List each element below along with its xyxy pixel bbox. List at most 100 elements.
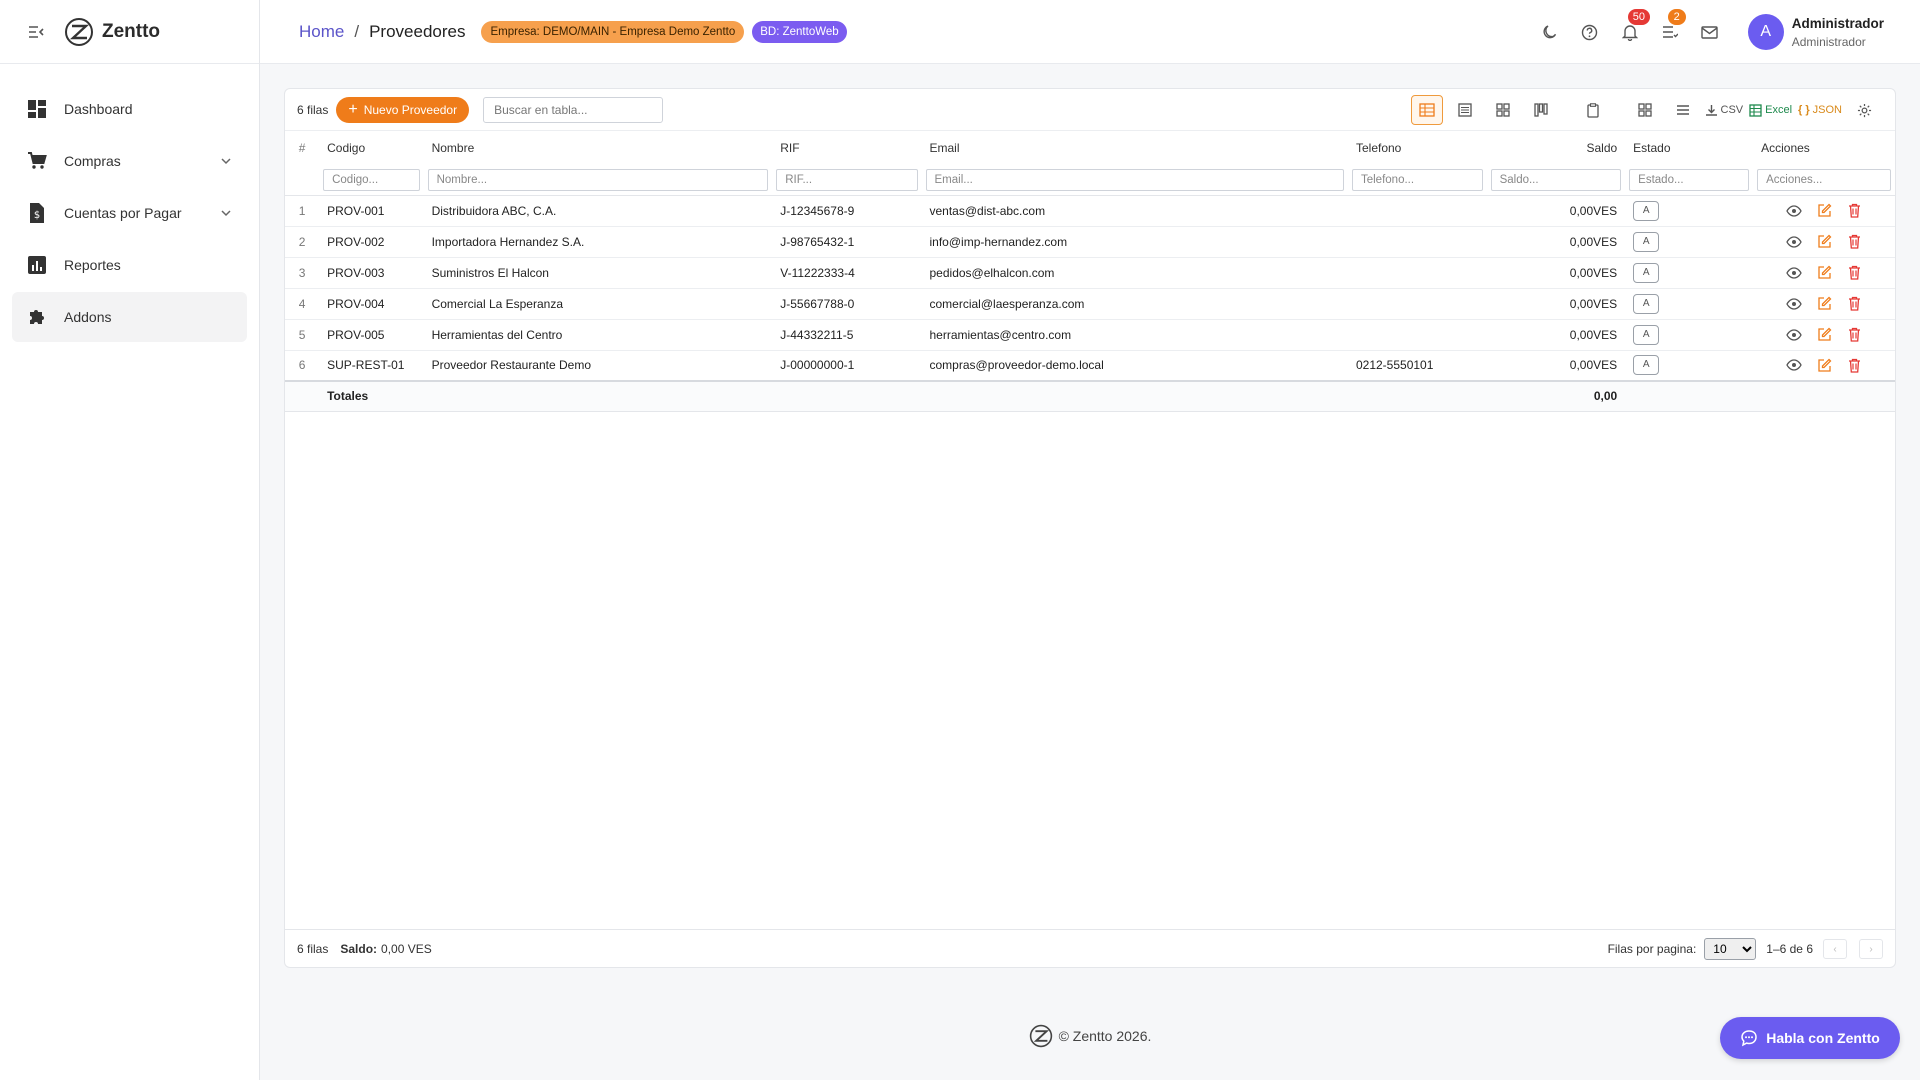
column-header-email[interactable]: Email — [922, 131, 1348, 165]
cell-saldo: 0,00VES — [1486, 226, 1626, 258]
cart-icon — [26, 150, 48, 172]
edit-pencil-icon[interactable] — [1816, 203, 1832, 219]
view-tools: CSV Excel { } JSON — [1408, 89, 1884, 131]
mail-icon[interactable] — [1699, 21, 1721, 43]
table-row[interactable]: 6 SUP-REST-01 Proveedor Restaurante Demo… — [285, 350, 1895, 382]
export-json-button[interactable]: { } JSON — [1798, 95, 1842, 125]
row-actions — [1761, 296, 1887, 312]
filter-telefono-input[interactable] — [1351, 168, 1483, 191]
column-header-index: # — [298, 141, 306, 155]
column-header-estado[interactable]: Estado — [1625, 131, 1753, 165]
delete-trash-icon[interactable] — [1846, 265, 1862, 281]
settings-button[interactable] — [1848, 95, 1880, 125]
zentto-logo-icon — [1029, 1024, 1052, 1048]
avatar[interactable]: A — [1747, 14, 1784, 50]
pagination-range: 1–6 de 6 — [1766, 942, 1813, 956]
export-excel-button[interactable]: Excel — [1749, 95, 1792, 125]
edit-pencil-icon[interactable] — [1816, 327, 1832, 343]
filter-rif-input[interactable] — [776, 168, 918, 191]
menu-collapse-icon[interactable] — [28, 23, 46, 41]
filter-nombre-input[interactable] — [427, 168, 769, 191]
table-row[interactable]: 2 PROV-002 Importadora Hernandez S.A. J-… — [285, 226, 1895, 258]
row-actions — [1761, 357, 1887, 373]
filter-saldo-input[interactable] — [1490, 168, 1622, 191]
delete-trash-icon[interactable] — [1846, 327, 1862, 343]
column-header-saldo[interactable]: Saldo — [1487, 131, 1626, 165]
view-eye-icon[interactable] — [1786, 265, 1802, 281]
filter-email-input[interactable] — [925, 168, 1344, 191]
view-eye-icon[interactable] — [1786, 203, 1802, 219]
edit-pencil-icon[interactable] — [1816, 296, 1832, 312]
sidebar-item-cuentas-por-pagar[interactable]: $ Cuentas por Pagar — [12, 188, 247, 238]
user-info[interactable]: Administrador Administrador — [1792, 16, 1884, 49]
sidebar-item-compras[interactable]: Compras — [12, 136, 247, 186]
cell-index: 1 — [285, 195, 320, 227]
previous-page-button[interactable]: ‹ — [1823, 939, 1847, 959]
sidebar-item-reportes[interactable]: Reportes — [12, 240, 247, 290]
view-eye-icon[interactable] — [1786, 327, 1802, 343]
delete-trash-icon[interactable] — [1846, 203, 1862, 219]
cell-nombre: Importadora Hernandez S.A. — [423, 226, 773, 258]
cell-index: 4 — [285, 288, 320, 320]
table-row[interactable]: 3 PROV-003 Suministros El Halcon V-11222… — [285, 257, 1895, 289]
totals-empty-cell — [772, 380, 922, 412]
sidebar-item-dashboard[interactable]: Dashboard — [12, 84, 247, 134]
column-header-codigo[interactable]: Codigo — [319, 131, 423, 165]
column-header-nombre[interactable]: Nombre — [424, 131, 773, 165]
user-name: Administrador — [1791, 15, 1884, 31]
dark-mode-icon[interactable] — [1539, 21, 1561, 43]
table-row[interactable]: 5 PROV-005 Herramientas del Centro J-443… — [285, 319, 1895, 351]
cell-email: comercial@laesperanza.com — [921, 288, 1348, 320]
density-compact-button[interactable] — [1629, 95, 1661, 125]
clipboard-button[interactable] — [1577, 95, 1609, 125]
view-eye-icon[interactable] — [1786, 234, 1802, 250]
tasks-list-icon[interactable]: 2 — [1659, 9, 1686, 43]
cell-acciones — [1753, 257, 1895, 289]
cell-rif: V-11222333-4 — [772, 257, 922, 289]
table-search-input[interactable] — [483, 96, 664, 123]
cell-acciones — [1753, 350, 1895, 382]
list-view-button[interactable] — [1449, 95, 1481, 125]
column-header-acciones: Acciones — [1761, 141, 1810, 155]
next-page-button[interactable]: › — [1859, 939, 1883, 959]
column-header-telefono[interactable]: Telefono — [1348, 131, 1487, 165]
sidebar-item-addons[interactable]: Addons — [12, 292, 247, 342]
table-view-button[interactable] — [1410, 95, 1443, 125]
new-proveedor-button[interactable]: + Nuevo Proveedor — [336, 96, 470, 123]
chat-with-zentto-button[interactable]: Habla con Zentto — [1720, 1017, 1900, 1059]
edit-pencil-icon[interactable] — [1816, 265, 1832, 281]
notifications-bell-icon[interactable]: 50 — [1619, 9, 1650, 43]
filter-acciones-input[interactable] — [1757, 168, 1891, 191]
edit-pencil-icon[interactable] — [1816, 234, 1832, 250]
cell-nombre: Suministros El Halcon — [423, 257, 773, 289]
help-icon[interactable] — [1579, 21, 1601, 43]
kanban-view-button[interactable] — [1525, 95, 1557, 125]
totals-saldo: 0,00 — [1486, 380, 1626, 412]
delete-trash-icon[interactable] — [1846, 357, 1862, 373]
delete-trash-icon[interactable] — [1846, 296, 1862, 312]
grid-view-button[interactable] — [1487, 95, 1519, 125]
delete-trash-icon[interactable] — [1846, 234, 1862, 250]
view-eye-icon[interactable] — [1786, 357, 1802, 373]
breadcrumb-current: Proveedores — [369, 21, 466, 41]
dashboard-icon — [26, 98, 48, 120]
filter-estado-input[interactable] — [1629, 168, 1750, 191]
empresa-badge: Empresa: DEMO/MAIN - Empresa Demo Zentto — [481, 20, 745, 43]
filter-codigo-input[interactable] — [323, 168, 420, 191]
edit-pencil-icon[interactable] — [1816, 357, 1832, 373]
breadcrumb-home-link[interactable]: Home — [299, 22, 344, 42]
table-row[interactable]: 4 PROV-004 Comercial La Esperanza J-5566… — [285, 288, 1895, 320]
view-eye-icon[interactable] — [1786, 296, 1802, 312]
status-badge: A — [1633, 355, 1660, 376]
cell-estado: A — [1625, 226, 1754, 258]
table-row[interactable]: 1 PROV-001 Distribuidora ABC, C.A. J-123… — [285, 195, 1895, 227]
chevron-down-icon[interactable] — [219, 206, 233, 220]
chevron-down-icon[interactable] — [219, 154, 233, 168]
rows-per-page-select[interactable]: 10 — [1704, 938, 1757, 960]
export-csv-button[interactable]: CSV — [1705, 95, 1743, 125]
cell-codigo: PROV-002 — [319, 226, 424, 258]
density-button[interactable] — [1667, 95, 1699, 125]
column-header-rif[interactable]: RIF — [772, 131, 921, 165]
cell-telefono — [1347, 257, 1487, 289]
chat-bubble-icon — [1741, 1030, 1757, 1047]
